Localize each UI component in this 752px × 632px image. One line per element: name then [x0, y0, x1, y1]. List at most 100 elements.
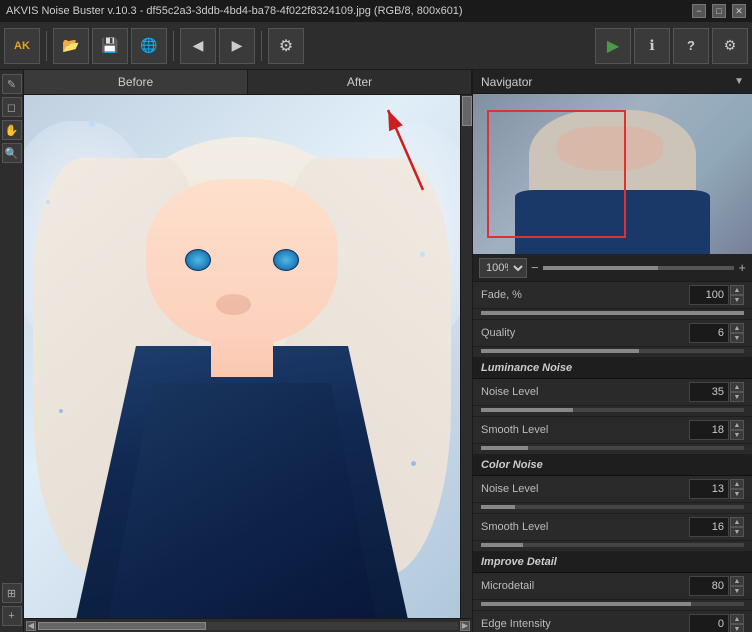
image-canvas[interactable]: [24, 95, 460, 618]
help-button[interactable]: ?: [673, 28, 709, 64]
vertical-scrollbar[interactable]: [460, 95, 472, 618]
quality-slider[interactable]: [481, 349, 744, 353]
eraser-tool[interactable]: ◻: [2, 97, 22, 117]
eyes-area: [155, 231, 329, 289]
lum-smooth-down[interactable]: ▼: [730, 430, 744, 440]
lum-noise-slider[interactable]: [481, 408, 744, 412]
tab-before[interactable]: Before: [24, 70, 248, 94]
col-smooth-row: Smooth Level ▲ ▼: [473, 514, 752, 541]
col-noise-label: Noise Level: [481, 483, 689, 495]
navigator-arrow[interactable]: ▼: [734, 76, 744, 87]
edge-intensity-value[interactable]: [689, 614, 729, 632]
tab-after[interactable]: After: [248, 70, 472, 94]
edge-intensity-down[interactable]: ▼: [730, 624, 744, 632]
zoom-select[interactable]: 100% 50% 75% 150% 200%: [479, 258, 527, 278]
horizontal-scrollbar[interactable]: ◀ ▶: [24, 618, 472, 632]
left-tools-bottom: ⊞ +: [0, 583, 23, 632]
play-button[interactable]: ▶: [595, 28, 631, 64]
brush-tool[interactable]: ✎: [2, 74, 22, 94]
edge-intensity-row: Edge Intensity ▲ ▼: [473, 611, 752, 632]
col-noise-up[interactable]: ▲: [730, 479, 744, 489]
microdetail-down[interactable]: ▼: [730, 586, 744, 596]
quality-row: Quality ▲ ▼: [473, 320, 752, 347]
lum-smooth-up[interactable]: ▲: [730, 420, 744, 430]
quality-value[interactable]: [689, 323, 729, 343]
fade-value[interactable]: [689, 285, 729, 305]
navigator-preview: [473, 94, 752, 254]
col-smooth-value[interactable]: [689, 517, 729, 537]
h-scroll-thumb[interactable]: [38, 622, 206, 630]
col-noise-down[interactable]: ▼: [730, 489, 744, 499]
save-button[interactable]: 💾: [92, 28, 128, 64]
toolbar-separator-3: [261, 31, 262, 61]
fade-slider-row: [473, 309, 752, 320]
hand-tool[interactable]: ✋: [2, 120, 22, 140]
col-smooth-slider[interactable]: [481, 543, 744, 547]
microdetail-slider-row: [473, 600, 752, 611]
web-button[interactable]: 🌐: [131, 28, 167, 64]
edge-intensity-up[interactable]: ▲: [730, 614, 744, 624]
left-tools-top: ✎ ◻ ✋ 🔍: [0, 70, 23, 583]
lum-noise-spinner: ▲ ▼: [730, 382, 744, 402]
back-button[interactable]: ◀: [180, 28, 216, 64]
settings-gear-button[interactable]: ⚙: [268, 28, 304, 64]
h-scroll-track[interactable]: [38, 622, 458, 630]
fade-slider[interactable]: [481, 311, 744, 315]
microdetail-value[interactable]: [689, 576, 729, 596]
zoom-tool[interactable]: 🔍: [2, 143, 22, 163]
close-button[interactable]: ✕: [732, 4, 746, 18]
fade-up[interactable]: ▲: [730, 285, 744, 295]
zoom-in-icon[interactable]: +: [738, 260, 746, 275]
forward-button[interactable]: ▶: [219, 28, 255, 64]
nav-image: [473, 94, 752, 254]
lum-smooth-slider[interactable]: [481, 446, 744, 450]
col-noise-slider-fill: [481, 505, 515, 509]
fade-down[interactable]: ▼: [730, 295, 744, 305]
info-button[interactable]: ℹ: [634, 28, 670, 64]
quality-up[interactable]: ▲: [730, 323, 744, 333]
quality-label: Quality: [481, 327, 689, 339]
microdetail-up[interactable]: ▲: [730, 576, 744, 586]
lum-noise-slider-fill: [481, 408, 573, 412]
v-scroll-thumb[interactable]: [462, 96, 472, 126]
sparkle-4: [59, 409, 63, 413]
quality-slider-row: [473, 347, 752, 358]
fade-spinner: ▲ ▼: [730, 285, 744, 305]
title-bar: AKVIS Noise Buster v.10.3 - df55c2a3-3dd…: [0, 0, 752, 22]
edge-intensity-label: Edge Intensity: [481, 618, 689, 630]
open-button[interactable]: 📂: [53, 28, 89, 64]
minimize-button[interactable]: −: [692, 4, 706, 18]
image-area: Before After: [24, 70, 472, 632]
grid-tool[interactable]: ⊞: [2, 583, 22, 603]
col-noise-slider[interactable]: [481, 505, 744, 509]
lum-smooth-spinner: ▲ ▼: [730, 420, 744, 440]
col-smooth-down[interactable]: ▼: [730, 527, 744, 537]
microdetail-slider[interactable]: [481, 602, 744, 606]
col-noise-spinner: ▲ ▼: [730, 479, 744, 499]
h-scroll-right[interactable]: ▶: [460, 621, 470, 631]
lum-noise-down[interactable]: ▼: [730, 392, 744, 402]
maximize-button[interactable]: □: [712, 4, 726, 18]
nav-dress: [515, 190, 710, 254]
nose: [216, 294, 251, 315]
image-tabs: Before After: [24, 70, 472, 95]
lum-noise-value[interactable]: [689, 382, 729, 402]
preferences-button[interactable]: ⚙: [712, 28, 748, 64]
fade-slider-fill: [481, 311, 744, 315]
edge-intensity-spinner: ▲ ▼: [730, 614, 744, 632]
right-panel: Navigator ▼ 100% 50% 75% 150% 200%: [472, 70, 752, 632]
lum-noise-slider-row: [473, 406, 752, 417]
lum-smooth-value[interactable]: [689, 420, 729, 440]
add-tool[interactable]: +: [2, 606, 22, 626]
h-scroll-left[interactable]: ◀: [26, 621, 36, 631]
logo-button[interactable]: AK: [4, 28, 40, 64]
col-noise-value[interactable]: [689, 479, 729, 499]
app-title: AKVIS Noise Buster v.10.3 - df55c2a3-3dd…: [6, 5, 463, 17]
lum-noise-up[interactable]: ▲: [730, 382, 744, 392]
zoom-slider[interactable]: [543, 266, 735, 270]
quality-down[interactable]: ▼: [730, 333, 744, 343]
zoom-out-icon[interactable]: −: [531, 260, 539, 275]
neck: [211, 336, 272, 378]
col-smooth-up[interactable]: ▲: [730, 517, 744, 527]
microdetail-row: Microdetail ▲ ▼: [473, 573, 752, 600]
